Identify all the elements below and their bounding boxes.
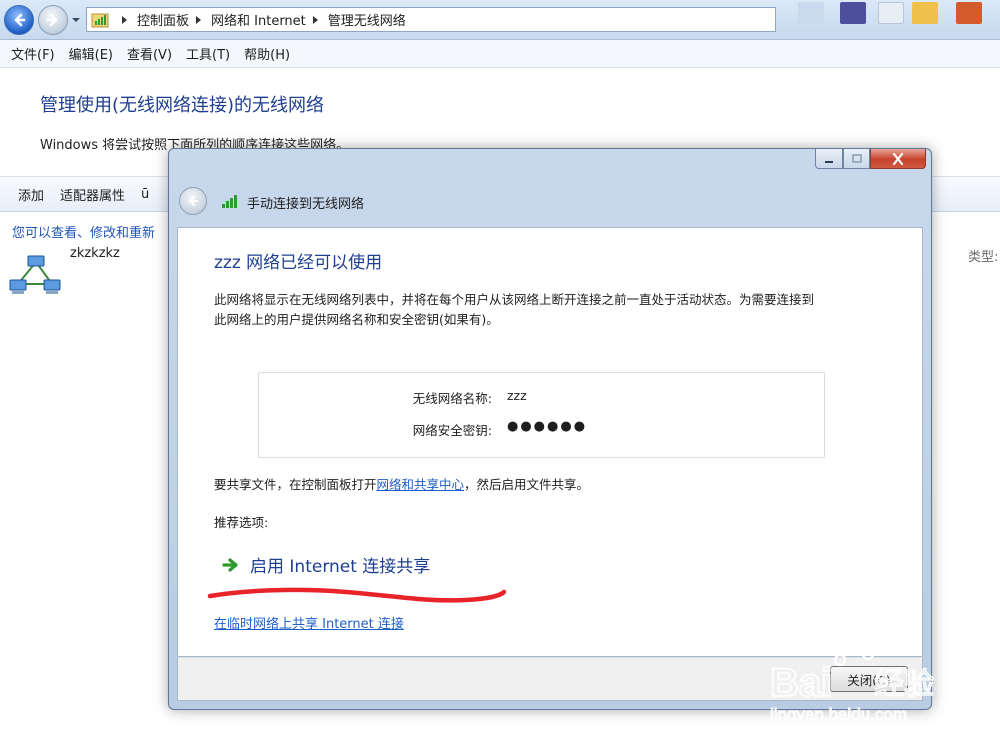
back-button[interactable]: [4, 5, 34, 35]
menu-view[interactable]: 查看(V): [122, 44, 177, 63]
adhoc-share-link[interactable]: 在临时网络上共享 Internet 连接: [214, 613, 404, 632]
wireless-signal-icon: [222, 195, 237, 208]
window-controls: [815, 149, 926, 169]
security-key-value: ●●●●●●: [507, 419, 588, 434]
network-name-label: 无线网络名称:: [412, 391, 492, 406]
thumbnail-icon: [956, 2, 982, 24]
share-prefix: 要共享文件，在控制面板打开: [214, 477, 377, 492]
maximize-icon: [851, 153, 862, 163]
thumbnail-icon: [840, 2, 866, 24]
menu-tools[interactable]: 工具(T): [181, 44, 235, 63]
thumbnail-icon: [878, 2, 904, 24]
close-window-button[interactable]: [870, 149, 926, 169]
back-arrow-icon: [14, 13, 26, 27]
taskbar-thumbnails: [790, 0, 1000, 40]
address-box[interactable]: 控制面板 网络和 Internet 管理无线网络: [86, 7, 776, 32]
thumbnail-icon: [798, 2, 824, 24]
breadcrumb-control-panel[interactable]: 控制面板: [137, 10, 189, 29]
security-key-label: 网络安全密钥:: [412, 423, 492, 438]
dialog-paragraph: 此网络将显示在无线网络列表中，并将在每个用户从该网络上断开连接之前一直处于活动状…: [214, 292, 815, 327]
breadcrumb-chevron-icon[interactable]: [121, 15, 129, 25]
dialog-footer: 关闭(C): [177, 657, 923, 701]
share-suffix: ，然后启用文件共享。: [464, 477, 590, 492]
green-arrow-icon: [222, 557, 238, 572]
add-button[interactable]: 添加: [10, 185, 52, 204]
breadcrumb-manage-wireless[interactable]: 管理无线网络: [328, 10, 406, 29]
menu-edit[interactable]: 编辑(E): [64, 44, 118, 63]
enable-ics-label[interactable]: 启用 Internet 连接共享: [250, 552, 430, 577]
close-icon: [892, 152, 904, 165]
recommended-label: 推荐选项:: [214, 515, 269, 530]
close-button[interactable]: 关闭(C): [830, 666, 908, 692]
type-column-header: 类型:: [968, 250, 999, 265]
manual-connect-dialog: 手动连接到无线网络 zzz 网络已经可以使用 此网络将显示在无线网络列表中，并将…: [168, 148, 932, 710]
page-title: 管理使用(无线网络连接)的无线网络: [40, 95, 325, 116]
dialog-body: zzz 网络已经可以使用 此网络将显示在无线网络列表中，并将在每个用户从该网络上…: [177, 227, 923, 657]
address-area: 控制面板 网络和 Internet 管理无线网络: [0, 0, 1000, 40]
wireless-network-icon[interactable]: [8, 254, 66, 300]
minimize-icon: [825, 160, 833, 163]
recent-pages-dropdown-icon[interactable]: [71, 15, 81, 25]
share-instructions: 要共享文件，在控制面板打开网络和共享中心，然后启用文件共享。: [214, 474, 589, 493]
forward-arrow-icon: [46, 13, 58, 27]
breadcrumb-chevron-icon[interactable]: [195, 15, 203, 25]
breadcrumb-network-internet[interactable]: 网络和 Internet: [211, 10, 306, 29]
enable-ics-option[interactable]: 启用 Internet 连接共享: [222, 552, 430, 577]
menu-help[interactable]: 帮助(H): [239, 44, 295, 63]
maximize-button[interactable]: [843, 149, 870, 169]
dialog-back-button[interactable]: [179, 187, 207, 215]
thumbnail-icon: [912, 2, 938, 24]
dialog-heading: zzz 网络已经可以使用: [214, 253, 383, 273]
network-sharing-center-link[interactable]: 网络和共享中心: [377, 477, 465, 492]
breadcrumb-chevron-icon[interactable]: [312, 15, 320, 25]
network-name[interactable]: zkzkzkz: [70, 246, 120, 261]
dialog-title: 手动连接到无线网络: [247, 197, 365, 212]
red-underline-annotation: [207, 587, 507, 603]
forward-button[interactable]: [38, 5, 68, 35]
minimize-button[interactable]: [815, 149, 843, 169]
network-info-box: 无线网络名称: zzz 网络安全密钥: ●●●●●●: [258, 372, 825, 458]
network-list-hint: 您可以查看、修改和重新: [12, 226, 156, 241]
toolbar-item-partial[interactable]: ū: [133, 187, 157, 202]
network-folder-icon: [91, 13, 109, 27]
back-arrow-icon: [188, 195, 199, 207]
adapter-properties-button[interactable]: 适配器属性: [52, 185, 133, 204]
network-name-value: zzz: [507, 388, 527, 403]
menu-file[interactable]: 文件(F): [6, 44, 60, 63]
menu-bar: 文件(F) 编辑(E) 查看(V) 工具(T) 帮助(H): [0, 40, 1000, 68]
